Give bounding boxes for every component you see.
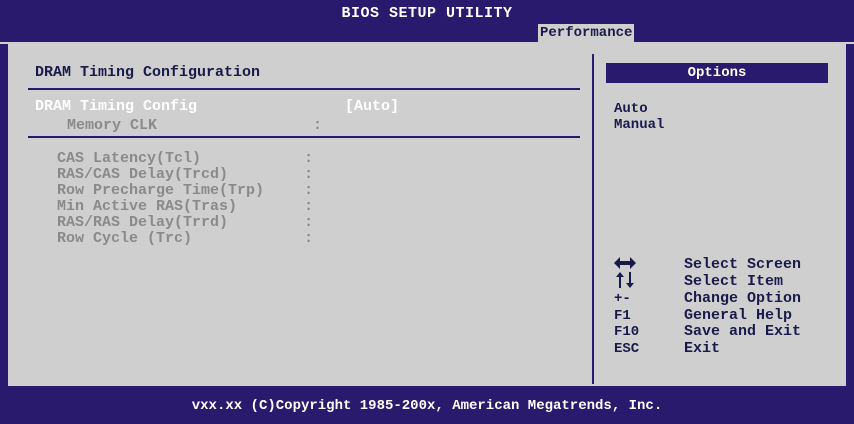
title-bar: BIOS SETUP UTILITY Performance bbox=[0, 0, 854, 44]
ras-ras-delay-sep: : bbox=[304, 214, 314, 231]
ras-cas-delay-label: RAS/CAS Delay(Trcd) bbox=[57, 166, 229, 183]
help-exit: Exit bbox=[684, 340, 721, 357]
panel-divider bbox=[592, 54, 594, 384]
help-select-screen: Select Screen bbox=[684, 256, 802, 273]
row-cycle-sep: : bbox=[304, 230, 314, 247]
dram-timing-config-label[interactable]: DRAM Timing Config bbox=[35, 98, 197, 115]
tab-performance[interactable]: Performance bbox=[538, 24, 635, 42]
ras-cas-delay-sep: : bbox=[304, 166, 314, 183]
help-save-exit: Save and Exit bbox=[684, 323, 802, 340]
help-key-change: +- bbox=[614, 291, 631, 307]
heading-divider bbox=[28, 88, 580, 90]
section-divider bbox=[28, 136, 580, 138]
help-select-item: Select Item bbox=[684, 273, 784, 290]
memory-clk-label: Memory CLK bbox=[67, 117, 158, 134]
up-down-arrows-icon bbox=[616, 272, 634, 288]
option-auto[interactable]: Auto bbox=[614, 101, 648, 117]
left-right-arrows-icon bbox=[614, 257, 636, 269]
section-heading: DRAM Timing Configuration bbox=[35, 64, 261, 81]
options-title: Options bbox=[606, 63, 828, 83]
footer-copyright: vxx.xx (C)Copyright 1985-200x, American … bbox=[0, 388, 854, 414]
help-key-f10: F10 bbox=[614, 324, 640, 340]
memory-clk-sep: : bbox=[313, 117, 323, 134]
option-manual[interactable]: Manual bbox=[614, 117, 664, 133]
cas-latency-sep: : bbox=[304, 150, 314, 167]
help-key-esc: ESC bbox=[614, 341, 640, 357]
dram-timing-config-value[interactable]: [Auto] bbox=[345, 98, 399, 115]
help-key-f1: F1 bbox=[614, 308, 631, 324]
min-active-ras-sep: : bbox=[304, 198, 314, 215]
row-precharge-sep: : bbox=[304, 182, 314, 199]
row-cycle-label: Row Cycle (Trc) bbox=[57, 230, 193, 247]
app-title: BIOS SETUP UTILITY bbox=[341, 5, 513, 22]
row-precharge-label: Row Precharge Time(Trp) bbox=[57, 182, 265, 199]
min-active-ras-label: Min Active RAS(Tras) bbox=[57, 198, 238, 215]
help-general-help: General Help bbox=[684, 307, 793, 324]
cas-latency-label: CAS Latency(Tcl) bbox=[57, 150, 202, 167]
ras-ras-delay-label: RAS/RAS Delay(Trrd) bbox=[57, 214, 229, 231]
help-change-option: Change Option bbox=[684, 290, 802, 307]
